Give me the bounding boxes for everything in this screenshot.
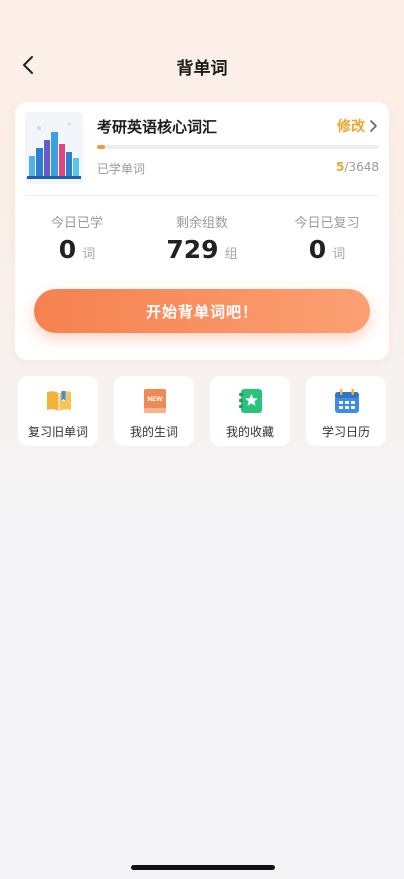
chevron-right-icon (370, 120, 377, 132)
learned-words-count: 5/3648 (336, 160, 379, 174)
stat-label: 今日已学 (50, 216, 103, 231)
edit-label: 修改 (337, 119, 365, 135)
divider (25, 195, 379, 196)
start-studying-button[interactable]: 开始背单词吧！ (34, 289, 370, 333)
stat-label: 剩余组数 (175, 216, 228, 231)
quick-action-label: 我的生词 (129, 425, 178, 439)
my-favorites-button[interactable]: 我的收藏 (210, 376, 290, 446)
vocab-book-card: 考研英语核心词汇 修改 已学单词 5/3648 今日已学 0 词 剩余组数 72… (15, 102, 389, 360)
quick-action-label: 我的收藏 (225, 425, 274, 439)
edit-book-link[interactable]: 修改 (337, 116, 379, 136)
stat-label: 今日已复习 (294, 216, 360, 231)
book-cover-image[interactable] (25, 112, 83, 184)
new-words-book-icon: NEW (144, 389, 166, 413)
stat-today-learned: 今日已学 0 词 (15, 212, 139, 264)
stat-today-reviewed: 今日已复习 0 词 (265, 212, 389, 264)
home-indicator[interactable] (131, 865, 275, 870)
svg-text:NEW: NEW (147, 396, 163, 403)
book-review-icon (47, 391, 71, 411)
learning-progress-bar (97, 145, 379, 149)
my-new-words-button[interactable]: NEW 我的生词 (114, 376, 194, 446)
stat-remaining-groups: 剩余组数 729 组 (140, 212, 264, 264)
learned-words-label: 已学单词 (97, 162, 146, 176)
star-notebook-icon (239, 389, 262, 413)
review-old-words-button[interactable]: 复习旧单词 (18, 376, 98, 446)
nav-bar: 背单词 (0, 46, 404, 84)
vocab-page: 背单词 考研英语核心词汇 修改 已学单词 5/3648 今日已学 0 词 剩余组… (0, 0, 404, 879)
city-skyline-illustration (25, 112, 83, 184)
calendar-icon (335, 389, 359, 413)
study-calendar-button[interactable]: 学习日历 (306, 376, 386, 446)
page-title: 背单词 (176, 59, 228, 79)
book-title: 考研英语核心词汇 (97, 118, 218, 136)
stat-value: 0 (58, 235, 77, 264)
stat-value: 729 (166, 235, 219, 264)
quick-action-label: 学习日历 (321, 425, 370, 439)
stat-unit: 词 (332, 247, 346, 262)
stat-unit: 组 (224, 247, 238, 262)
stat-unit: 词 (82, 247, 96, 262)
learned-count-total: 3648 (348, 160, 379, 174)
quick-action-label: 复习旧单词 (27, 425, 88, 439)
stat-value: 0 (308, 235, 327, 264)
progress-fill (97, 145, 105, 149)
